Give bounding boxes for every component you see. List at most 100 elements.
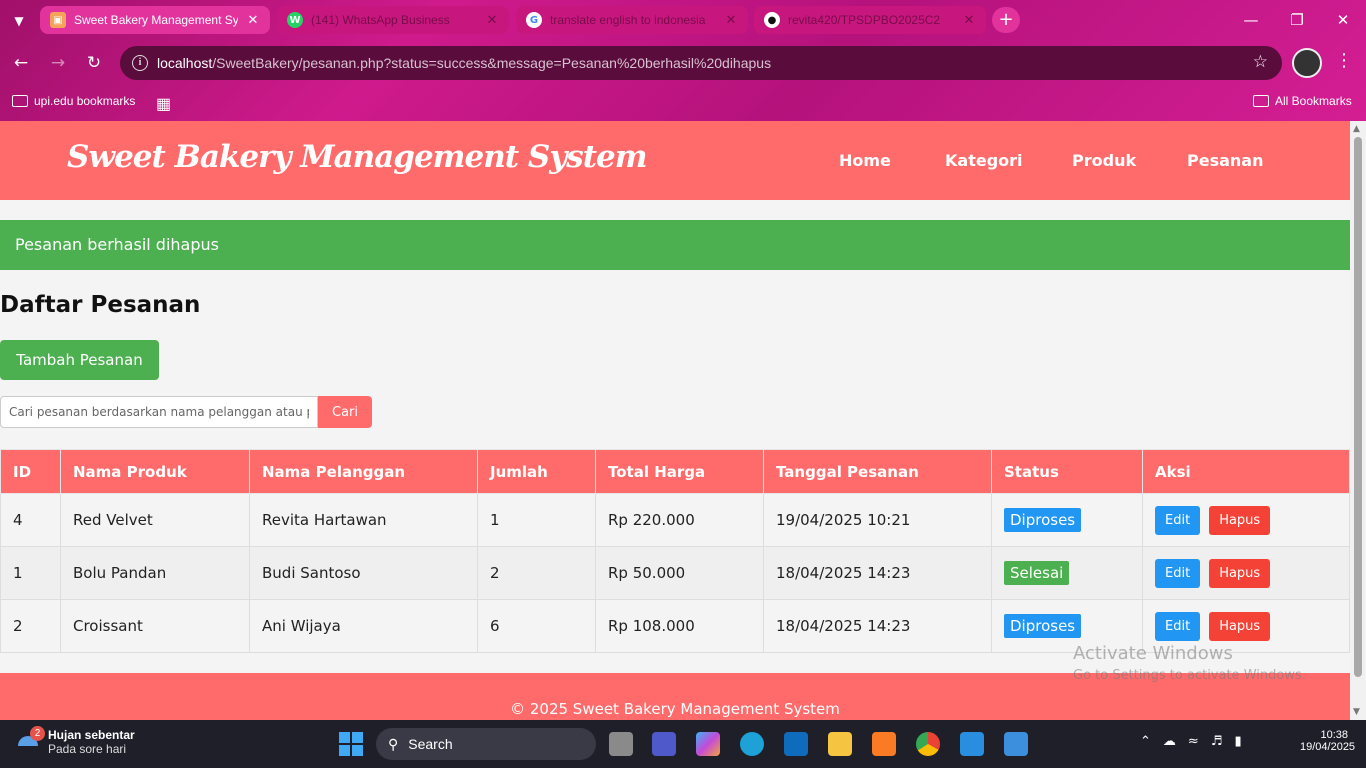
tab-title: revita420/TPSDPBO2025C2 [788,13,941,27]
forward-icon[interactable]: → [45,50,71,76]
volume-icon[interactable]: ♬ [1211,734,1223,749]
new-tab-button[interactable]: + [992,7,1020,33]
edit-button[interactable]: Edit [1155,558,1201,588]
cell-total: Rp 220.000 [595,493,764,547]
nav-kategori[interactable]: Kategori [945,151,1023,170]
tab-whatsapp[interactable]: W (141) WhatsApp Business ✕ [277,6,509,34]
page-title: Daftar Pesanan [0,292,201,318]
notepad-icon[interactable] [1004,732,1028,756]
weather-widget[interactable]: 2 Hujan sebentar Pada sore hari [18,726,135,756]
delete-button[interactable]: Hapus [1209,611,1271,641]
minimize-icon[interactable]: — [1228,0,1274,40]
cell-total: Rp 108.000 [595,599,764,653]
url-text: localhost/SweetBakery/pesanan.php?status… [157,55,771,71]
folder-icon [12,95,28,107]
bookmark-label: All Bookmarks [1275,94,1352,108]
delete-button[interactable]: Hapus [1209,558,1271,588]
col-header-pelanggan: Nama Pelanggan [249,449,478,494]
delete-button[interactable]: Hapus [1209,505,1271,535]
bookmark-star-icon[interactable]: ☆ [1253,52,1268,72]
copilot-icon[interactable] [696,732,720,756]
apps-grid-icon[interactable]: ▦ [156,94,171,114]
bookmark-label: upi.edu bookmarks [34,94,136,108]
tab-strip: ▼ ▣ Sweet Bakery Management Syst ✕ W (14… [0,0,1366,40]
outlook-icon[interactable] [784,732,808,756]
taskbar-search[interactable]: ⚲ Search [376,728,596,760]
bookmark-folder-upi[interactable]: upi.edu bookmarks [12,94,135,108]
tab-google-translate[interactable]: G translate english to indonesia ✕ [516,6,748,34]
search-icon: ⚲ [388,735,399,752]
tab-github[interactable]: ● revita420/TPSDPBO2025C2 ✕ [754,6,986,34]
cell-jumlah: 2 [477,546,596,600]
col-header-produk: Nama Produk [60,449,250,494]
cell-id: 2 [0,599,61,653]
whatsapp-favicon-icon: W [287,12,303,28]
close-tab-icon[interactable]: ✕ [962,13,976,28]
back-icon[interactable]: ← [8,50,34,76]
nav-pesanan[interactable]: Pesanan [1187,151,1263,170]
scroll-down-icon[interactable]: ▼ [1353,707,1360,717]
github-favicon-icon: ● [764,12,780,28]
browser-menu-icon[interactable]: ⋮ [1334,50,1354,71]
task-view-icon[interactable] [609,732,633,756]
bookmarks-bar: upi.edu bookmarks ▦ All Bookmarks [0,86,1366,120]
address-bar[interactable]: i localhost/SweetBakery/pesanan.php?stat… [120,46,1282,80]
tab-search-chevron-icon[interactable]: ▼ [8,10,30,32]
site-info-icon[interactable]: i [132,55,148,71]
page-viewport: Sweet Bakery Management System Home Kate… [0,121,1350,720]
edit-button[interactable]: Edit [1155,611,1201,641]
nav-produk[interactable]: Produk [1072,151,1136,170]
chrome-icon[interactable] [916,732,940,756]
windows-taskbar: 2 Hujan sebentar Pada sore hari ⚲ Search… [0,720,1366,768]
windows-start-icon[interactable] [339,732,363,756]
scrollbar-thumb[interactable] [1354,137,1362,677]
cell-id: 1 [0,546,61,600]
weather-subtitle: Pada sore hari [48,742,127,756]
cell-aksi: Edit Hapus [1142,493,1350,547]
cell-tanggal: 18/04/2025 14:23 [763,599,992,653]
tab-sweet-bakery[interactable]: ▣ Sweet Bakery Management Syst ✕ [40,6,270,34]
edge-icon[interactable] [740,732,764,756]
add-order-button[interactable]: Tambah Pesanan [0,340,159,380]
close-window-icon[interactable]: ✕ [1320,0,1366,40]
google-favicon-icon: G [526,12,542,28]
cell-tanggal: 19/04/2025 10:21 [763,493,992,547]
search-input[interactable] [0,396,318,428]
url-path: /SweetBakery/pesanan.php?status=success&… [212,55,772,71]
tray-chevron-icon[interactable]: ⌃ [1140,734,1151,749]
profile-avatar[interactable] [1292,48,1322,78]
battery-icon[interactable]: ▮ [1234,734,1241,749]
reload-icon[interactable]: ↻ [81,50,107,76]
close-tab-icon[interactable]: ✕ [246,13,260,28]
xampp-icon[interactable] [872,732,896,756]
close-tab-icon[interactable]: ✕ [724,13,738,28]
cell-pelanggan: Budi Santoso [249,546,478,600]
cell-status: Diproses [991,493,1143,547]
page-scrollbar[interactable]: ▲ ▼ [1350,121,1366,720]
site-title[interactable]: Sweet Bakery Management System [67,139,648,175]
table-row: 1 Bolu Pandan Budi Santoso 2 Rp 50.000 1… [0,546,1350,600]
col-header-jumlah: Jumlah [477,449,596,494]
scroll-up-icon[interactable]: ▲ [1353,124,1360,134]
file-explorer-icon[interactable] [828,732,852,756]
wifi-icon[interactable]: ≈ [1188,734,1199,749]
system-tray: ⌃ ☁ ≈ ♬ ▮ [1140,734,1242,749]
close-tab-icon[interactable]: ✕ [485,13,499,28]
status-badge: Selesai [1004,561,1070,585]
folder-icon [1253,95,1269,107]
cell-aksi: Edit Hapus [1142,546,1350,600]
teams-icon[interactable] [652,732,676,756]
onedrive-icon[interactable]: ☁ [1163,734,1176,749]
clock[interactable]: 10:38 19/04/2025 [1300,729,1355,753]
col-header-tanggal: Tanggal Pesanan [763,449,992,494]
all-bookmarks-button[interactable]: All Bookmarks [1253,94,1352,108]
watermark-subtitle: Go to Settings to activate Windows. [1073,668,1306,683]
watermark-title: Activate Windows [1073,643,1233,664]
restore-icon[interactable]: ❐ [1274,0,1320,40]
tab-title: translate english to indonesia [550,13,706,27]
cell-pelanggan: Revita Hartawan [249,493,478,547]
edit-button[interactable]: Edit [1155,505,1201,535]
search-button[interactable]: Cari [318,396,372,428]
nav-home[interactable]: Home [839,151,891,170]
vscode-icon[interactable] [960,732,984,756]
